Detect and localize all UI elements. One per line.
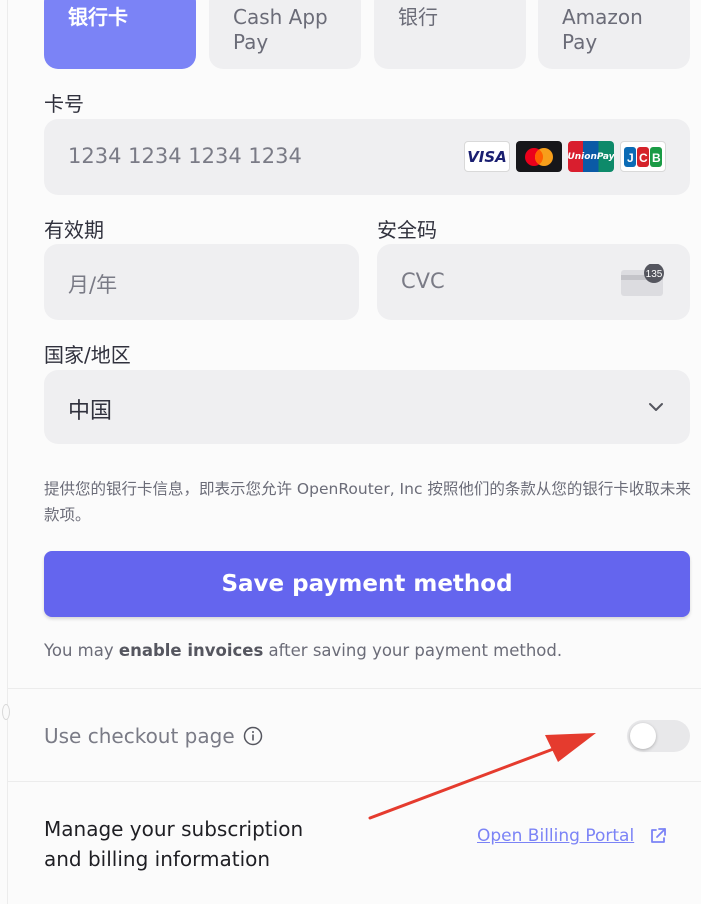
panel-border xyxy=(7,0,8,904)
card-number-input[interactable]: 1234 1234 1234 1234 VISA UnionPay J C B xyxy=(44,119,690,195)
country-select[interactable]: 中国 xyxy=(44,370,690,444)
tab-label: Cash App xyxy=(233,5,328,29)
cvc-placeholder: CVC xyxy=(401,269,445,293)
divider xyxy=(8,688,701,689)
tab-bank-card[interactable]: 银行卡 xyxy=(44,0,196,69)
cvc-input[interactable]: CVC 135 xyxy=(377,244,690,320)
svg-text:J: J xyxy=(627,151,634,165)
jcb-icon: J C B xyxy=(620,141,666,172)
info-icon[interactable] xyxy=(243,726,263,746)
country-value: 中国 xyxy=(68,399,113,424)
payment-settings-page: 银行卡 Cash App Pay 银行 Amazon Pay 卡号 1234 1… xyxy=(0,0,701,904)
open-billing-portal-link[interactable]: Open Billing Portal xyxy=(477,826,668,846)
tab-label: Amazon xyxy=(562,5,643,29)
tab-label-line2: Pay xyxy=(562,30,598,54)
divider xyxy=(8,781,701,782)
invoice-note: You may enable invoices after saving you… xyxy=(44,641,563,660)
toggle-knob xyxy=(630,723,656,749)
svg-text:B: B xyxy=(652,151,661,165)
consent-note: 提供您的银行卡信息，即表示您允许 OpenRouter, Inc 按照他们的条款… xyxy=(44,480,691,524)
cvc-label: 安全码 xyxy=(377,218,437,242)
save-payment-method-button[interactable]: Save payment method xyxy=(44,551,690,617)
visa-icon: VISA xyxy=(464,141,510,172)
card-brand-list: VISA UnionPay J C B xyxy=(464,141,666,172)
mastercard-icon xyxy=(516,141,562,172)
expiry-input[interactable]: 月/年 xyxy=(44,244,359,320)
checkout-page-toggle[interactable] xyxy=(627,720,690,752)
checkout-page-row: Use checkout page xyxy=(44,724,263,748)
checkout-page-label: Use checkout page xyxy=(44,724,235,748)
billing-portal-label: Open Billing Portal xyxy=(477,826,635,846)
cvc-card-icon: 135 xyxy=(621,264,664,296)
enable-invoices-text: enable invoices xyxy=(118,641,264,660)
expiry-label: 有效期 xyxy=(44,218,104,242)
external-link-icon xyxy=(651,828,667,843)
tab-label: 银行卡 xyxy=(68,5,128,29)
tab-label-line2: Pay xyxy=(233,30,269,54)
billing-description: Manage your subscription and billing inf… xyxy=(44,817,304,871)
expiry-placeholder: 月/年 xyxy=(68,273,118,297)
country-label: 国家/地区 xyxy=(44,343,131,367)
chevron-down-icon xyxy=(649,403,663,411)
card-number-label: 卡号 xyxy=(44,92,84,116)
tab-label: 银行 xyxy=(398,5,438,29)
card-number-placeholder: 1234 1234 1234 1234 xyxy=(68,144,302,168)
unionpay-icon: UnionPay xyxy=(568,141,614,172)
tab-bank[interactable]: 银行 xyxy=(374,0,526,69)
resize-handle[interactable] xyxy=(2,704,10,720)
tab-cash-app-pay[interactable]: Cash App Pay xyxy=(209,0,361,69)
svg-text:C: C xyxy=(639,151,648,165)
tab-amazon-pay[interactable]: Amazon Pay xyxy=(538,0,690,69)
svg-text:135: 135 xyxy=(646,269,663,280)
